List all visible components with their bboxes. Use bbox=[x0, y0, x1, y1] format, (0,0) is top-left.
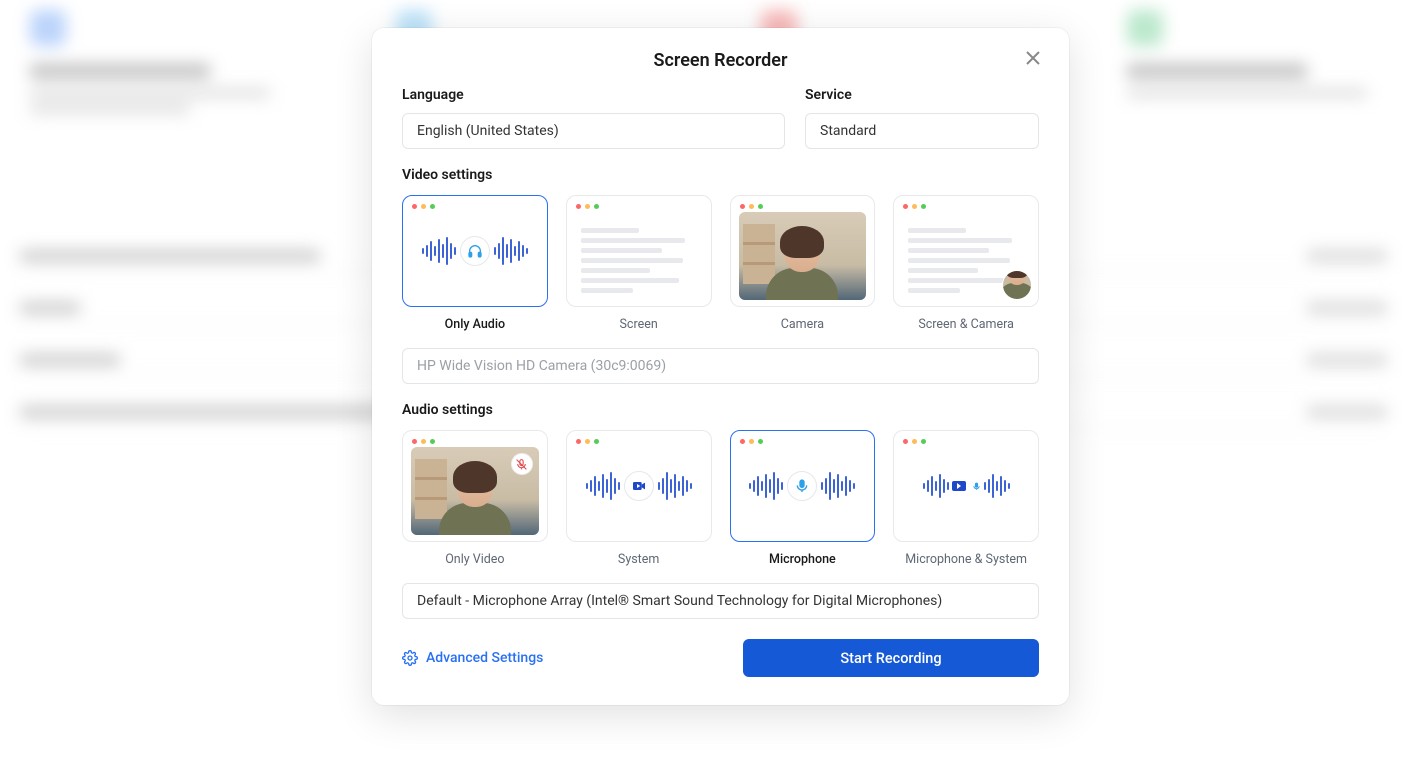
option-label: Only Video bbox=[445, 552, 504, 567]
camera-preview-icon bbox=[739, 212, 867, 300]
waveform-icon bbox=[586, 466, 620, 506]
window-dots-icon bbox=[740, 204, 763, 209]
option-label: Only Audio bbox=[445, 317, 505, 332]
option-screen[interactable]: Screen bbox=[566, 195, 712, 332]
start-recording-button[interactable]: Start Recording bbox=[743, 639, 1039, 677]
video-settings-label: Video settings bbox=[402, 167, 1039, 183]
option-microphone-system[interactable]: Microphone & System bbox=[893, 430, 1039, 567]
audio-options: Only Video System Mi bbox=[402, 430, 1039, 567]
window-dots-icon bbox=[576, 204, 599, 209]
window-dots-icon bbox=[412, 204, 435, 209]
window-dots-icon bbox=[903, 439, 926, 444]
muted-mic-icon bbox=[511, 453, 533, 475]
option-camera[interactable]: Camera bbox=[730, 195, 876, 332]
camera-preview-icon bbox=[411, 447, 539, 535]
waveform-icon bbox=[923, 466, 949, 506]
service-label: Service bbox=[805, 87, 1039, 103]
microphone-icon bbox=[787, 471, 817, 501]
video-options: Only Audio Screen Camera bbox=[402, 195, 1039, 332]
option-label: Screen & Camera bbox=[918, 317, 1014, 332]
window-dots-icon bbox=[740, 439, 763, 444]
microphone-device-select[interactable]: Default - Microphone Array (Intel® Smart… bbox=[402, 583, 1039, 619]
waveform-icon bbox=[494, 231, 528, 271]
language-select[interactable]: English (United States) bbox=[402, 113, 785, 149]
headphones-icon bbox=[460, 236, 490, 266]
language-label: Language bbox=[402, 87, 785, 103]
option-label: System bbox=[618, 552, 659, 567]
video-icon bbox=[624, 471, 654, 501]
mic-tiny-icon bbox=[972, 480, 981, 493]
camera-device-select[interactable]: HP Wide Vision HD Camera (30c9:0069) bbox=[402, 348, 1039, 384]
waveform-icon bbox=[422, 231, 456, 271]
option-label: Microphone & System bbox=[905, 552, 1027, 567]
waveform-icon bbox=[984, 466, 1010, 506]
waveform-icon bbox=[749, 466, 783, 506]
window-dots-icon bbox=[576, 439, 599, 444]
screen-recorder-modal: Screen Recorder Language English (United… bbox=[372, 28, 1069, 705]
document-icon bbox=[575, 210, 703, 293]
option-screen-camera[interactable]: Screen & Camera bbox=[893, 195, 1039, 332]
gear-icon bbox=[402, 650, 418, 666]
option-system[interactable]: System bbox=[566, 430, 712, 567]
option-label: Camera bbox=[781, 317, 824, 332]
option-label: Microphone bbox=[769, 552, 836, 567]
option-only-audio[interactable]: Only Audio bbox=[402, 195, 548, 332]
audio-settings-label: Audio settings bbox=[402, 402, 1039, 418]
modal-title: Screen Recorder bbox=[402, 50, 1039, 71]
option-microphone[interactable]: Microphone bbox=[730, 430, 876, 567]
option-only-video[interactable]: Only Video bbox=[402, 430, 548, 567]
waveform-icon bbox=[821, 466, 855, 506]
window-dots-icon bbox=[903, 204, 926, 209]
close-button[interactable] bbox=[1021, 46, 1045, 70]
camera-pip-icon bbox=[1002, 270, 1032, 300]
option-label: Screen bbox=[620, 317, 658, 332]
waveform-icon bbox=[658, 466, 692, 506]
video-tiny-icon bbox=[952, 481, 966, 491]
service-select[interactable]: Standard bbox=[805, 113, 1039, 149]
window-dots-icon bbox=[412, 439, 435, 444]
close-icon bbox=[1021, 46, 1045, 70]
advanced-settings-link[interactable]: Advanced Settings bbox=[402, 650, 543, 666]
